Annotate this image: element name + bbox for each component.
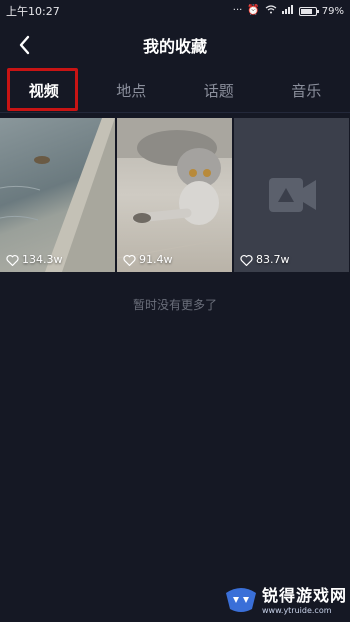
likes-count: 83.7w	[240, 253, 290, 266]
watermark: 锐得游戏网 www.ytruide.com	[224, 582, 347, 615]
likes-value: 91.4w	[139, 253, 173, 266]
tab-bar: 视频 地点 话题 音乐	[0, 68, 350, 113]
tab-places[interactable]: 地点	[88, 68, 176, 112]
back-button[interactable]	[12, 32, 36, 58]
video-tile[interactable]: 134.3w	[0, 118, 115, 272]
signal-icon	[281, 5, 294, 17]
video-tile[interactable]: 91.4w	[117, 118, 232, 272]
tab-label: 话题	[203, 81, 234, 100]
wifi-icon	[265, 5, 277, 17]
page-title: 我的收藏	[142, 37, 207, 56]
likes-count: 91.4w	[123, 253, 173, 266]
heart-icon	[6, 254, 19, 266]
video-grid: 134.3w 91.4w 83.7w	[0, 118, 350, 272]
title-bar: 我的收藏	[0, 22, 350, 68]
tab-music[interactable]: 音乐	[263, 68, 350, 112]
watermark-text-block: 锐得游戏网 www.ytruide.com	[262, 582, 347, 615]
status-icons: ··· ⏰ 79%	[233, 5, 344, 17]
status-time: 上午10:27	[6, 5, 60, 18]
chevron-left-icon	[19, 35, 30, 55]
signal-dots-icon: ···	[232, 5, 243, 16]
tab-videos[interactable]: 视频	[0, 68, 88, 112]
likes-count: 134.3w	[6, 253, 63, 266]
alarm-icon: ⏰	[247, 5, 260, 16]
likes-value: 134.3w	[22, 253, 63, 266]
tab-label: 音乐	[291, 81, 322, 100]
tab-label: 地点	[116, 81, 147, 100]
video-placeholder-icon	[269, 178, 316, 212]
watermark-url: www.ytruide.com	[262, 606, 332, 615]
status-bar: 上午10:27 ··· ⏰ 79%	[0, 0, 350, 22]
tab-topics[interactable]: 话题	[175, 68, 263, 112]
battery-percent: 79%	[321, 5, 344, 17]
video-tile[interactable]: 83.7w	[234, 118, 349, 272]
heart-icon	[240, 254, 253, 266]
heart-icon	[123, 254, 136, 266]
watermark-logo-icon	[226, 587, 256, 612]
tab-label: 视频	[28, 81, 59, 100]
end-of-list-message: 暂时没有更多了	[132, 298, 217, 312]
cat-thumbnail	[117, 118, 232, 259]
likes-value: 83.7w	[256, 253, 290, 266]
battery-icon	[298, 6, 319, 16]
watermark-text: 锐得游戏网	[262, 586, 348, 605]
water-bank-thumbnail	[0, 118, 115, 272]
